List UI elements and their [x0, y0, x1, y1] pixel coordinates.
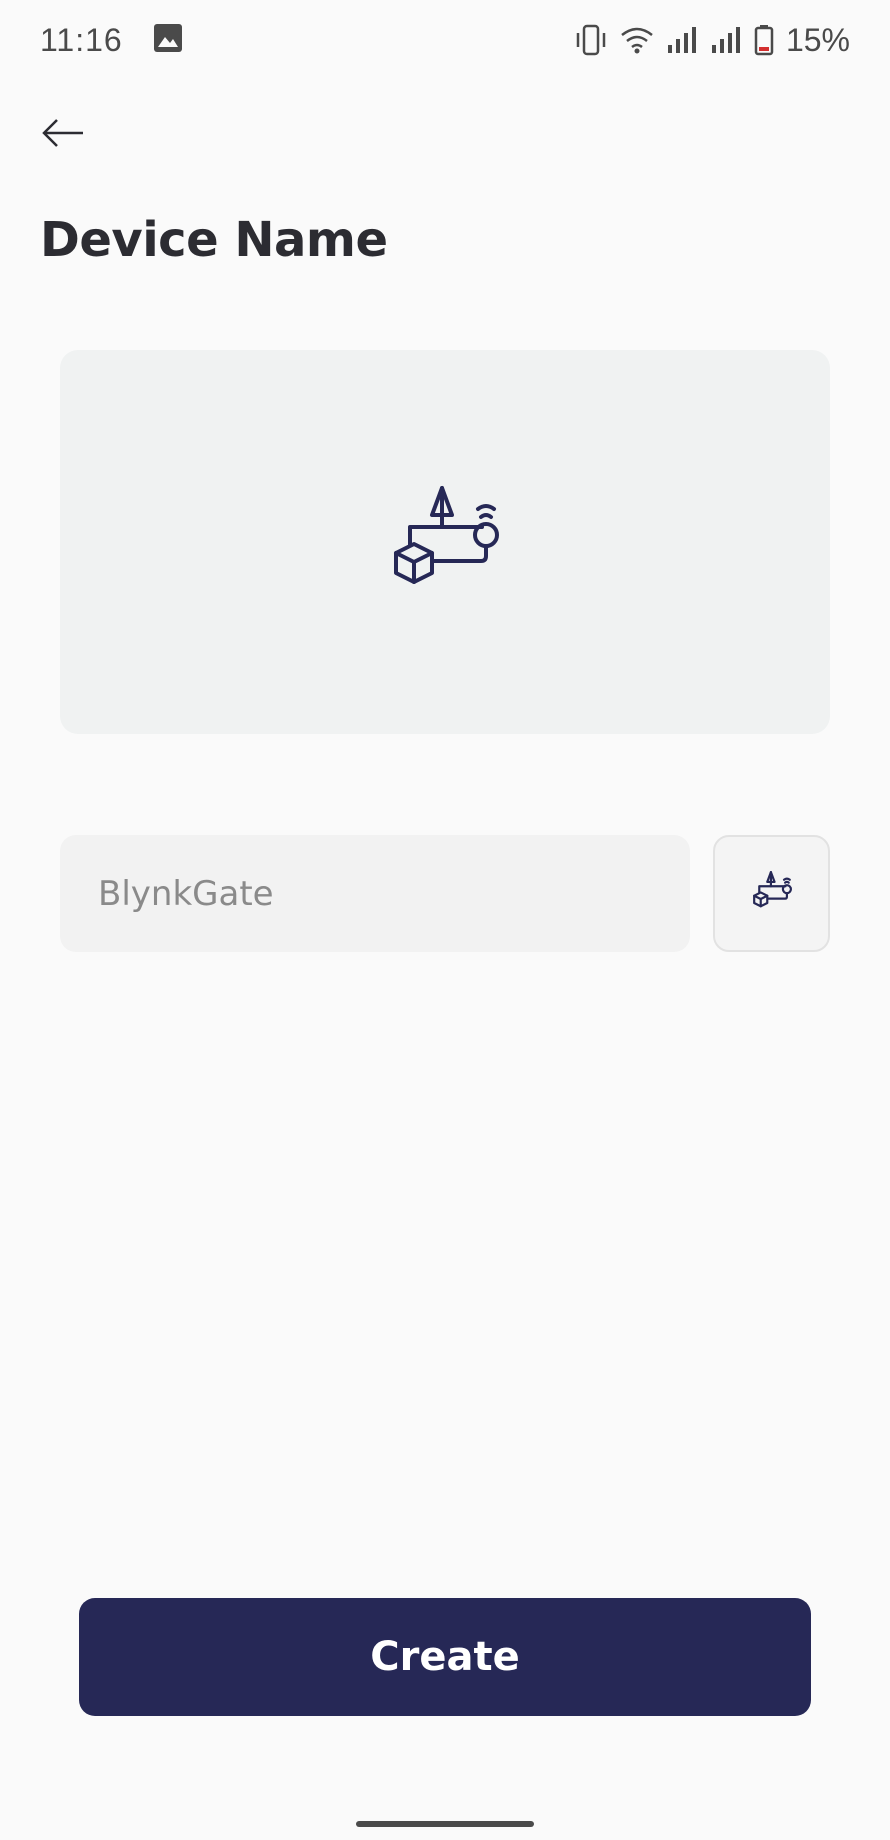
create-button-label: Create	[370, 1634, 520, 1680]
status-left: 11:16	[40, 22, 183, 59]
create-button[interactable]: Create	[79, 1598, 811, 1716]
icon-picker-button[interactable]	[713, 835, 830, 952]
device-template-icon	[390, 485, 500, 600]
device-template-icon	[752, 871, 792, 916]
signal-icon	[710, 25, 742, 55]
status-right: 15%	[574, 22, 850, 59]
back-button[interactable]	[36, 108, 90, 162]
gallery-icon	[153, 23, 183, 58]
status-time: 11:16	[40, 21, 123, 58]
battery-percent: 15%	[785, 21, 850, 58]
signal-icon	[666, 25, 698, 55]
device-name-field[interactable]	[60, 835, 690, 952]
vibrate-icon	[574, 23, 608, 57]
wifi-icon	[620, 25, 654, 55]
arrow-left-icon	[41, 118, 85, 153]
device-image-panel	[60, 350, 830, 734]
page-title: Device Name	[40, 212, 388, 268]
home-indicator[interactable]	[356, 1821, 534, 1827]
device-name-screen: 11:16 15% Device Name BlynkGate Create	[0, 0, 890, 1840]
battery-icon	[754, 24, 774, 56]
status-bar: 11:16 15%	[0, 0, 890, 80]
device-name-input[interactable]	[98, 835, 690, 952]
